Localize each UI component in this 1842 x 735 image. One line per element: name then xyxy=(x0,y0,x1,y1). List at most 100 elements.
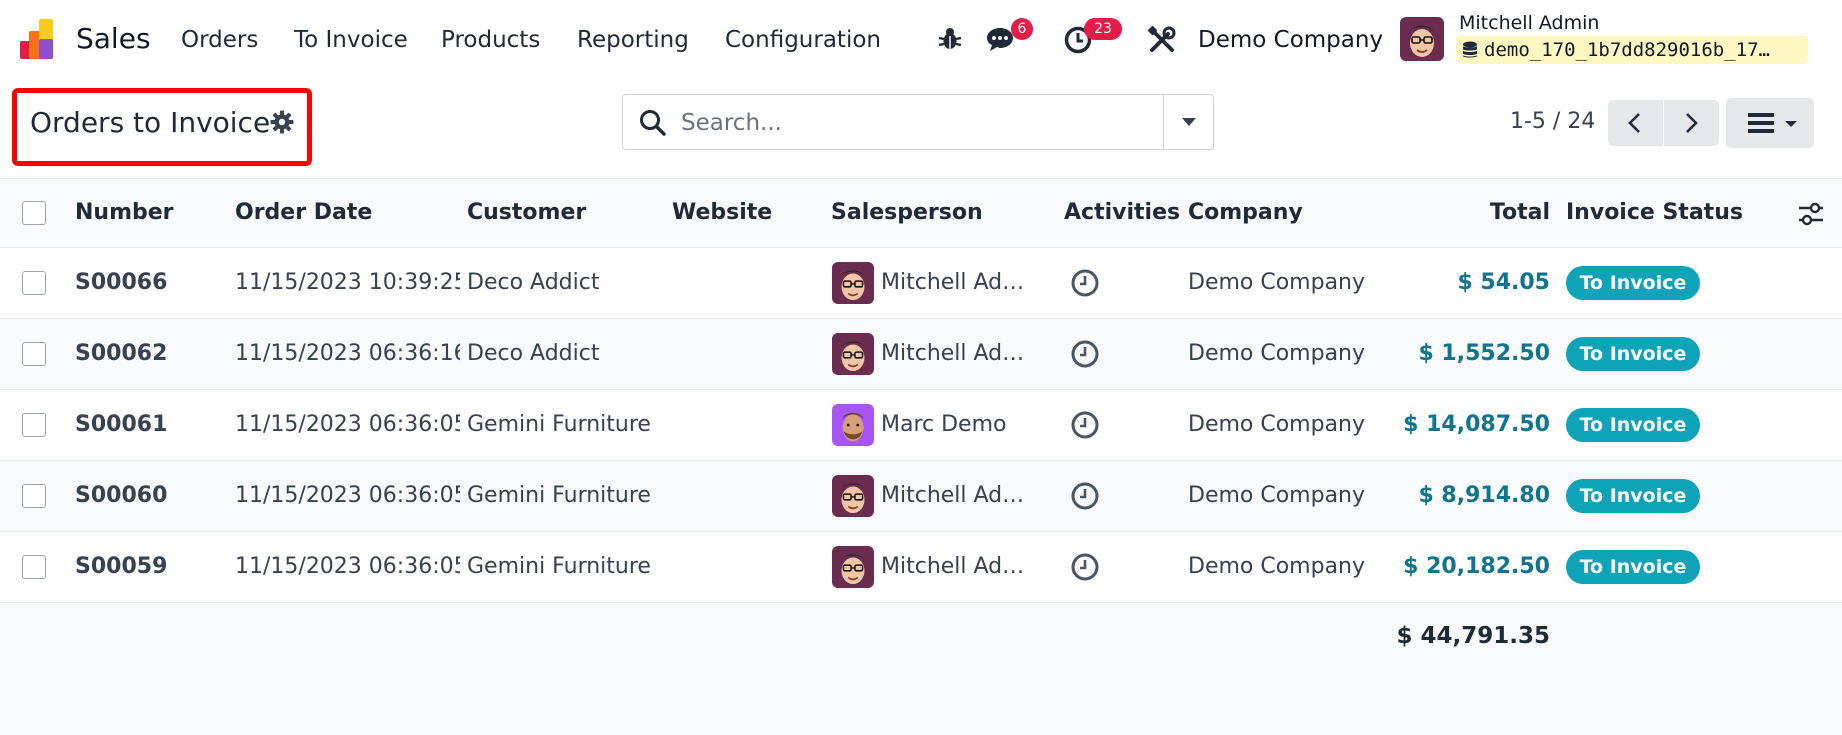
order-total: $ 1,552.50 xyxy=(1418,341,1550,366)
activity-clock-icon[interactable] xyxy=(1070,339,1100,373)
orders-table: Number Order Date Customer Website Sales… xyxy=(0,178,1842,735)
invoice-status-badge: To Invoice xyxy=(1566,550,1700,584)
row-checkbox[interactable] xyxy=(22,271,46,295)
company-name: Demo Company xyxy=(1188,554,1366,579)
company-name: Demo Company xyxy=(1188,341,1366,366)
menu-configuration[interactable]: Configuration xyxy=(725,24,881,56)
order-number: S00066 xyxy=(75,270,168,295)
customer-name: Gemini Furniture xyxy=(467,554,651,579)
salesperson-name: Mitchell Ad… xyxy=(881,341,1025,366)
salesperson-name: Mitchell Ad… xyxy=(881,270,1025,295)
customer-name: Deco Addict xyxy=(467,341,600,366)
column-settings-icon[interactable] xyxy=(1798,201,1824,227)
database-name: demo_170_1b7dd829016b_17… xyxy=(1484,39,1770,61)
database-tag: demo_170_1b7dd829016b_17… xyxy=(1456,36,1808,64)
app-name[interactable]: Sales xyxy=(76,20,151,58)
table-row[interactable]: S00062 11/15/2023 06:36:16 Deco Addict Mitc… xyxy=(0,319,1842,390)
table-header: Number Order Date Customer Website Sales… xyxy=(0,178,1842,248)
order-date: 11/15/2023 10:39:25 xyxy=(235,270,460,295)
salesperson-avatar xyxy=(832,475,874,517)
customer-name: Deco Addict xyxy=(467,270,600,295)
customer-name: Gemini Furniture xyxy=(467,412,651,437)
view-switcher-button[interactable] xyxy=(1726,98,1814,148)
order-total: $ 20,182.50 xyxy=(1403,554,1550,579)
column-number[interactable]: Number xyxy=(75,199,174,227)
invoice-status-badge: To Invoice xyxy=(1566,266,1700,300)
column-salesperson[interactable]: Salesperson xyxy=(831,199,983,227)
column-total[interactable]: Total xyxy=(1420,199,1550,227)
caret-down-icon xyxy=(1182,118,1196,126)
order-total: $ 14,087.50 xyxy=(1403,412,1550,437)
search-options-toggle[interactable] xyxy=(1163,94,1214,150)
menu-orders[interactable]: Orders xyxy=(181,24,258,56)
pager-next-button[interactable] xyxy=(1664,100,1719,146)
activity-clock-icon[interactable] xyxy=(1070,481,1100,515)
company-switcher[interactable]: Demo Company xyxy=(1198,24,1383,56)
column-company[interactable]: Company xyxy=(1188,199,1303,227)
salesperson-avatar xyxy=(832,262,874,304)
order-number: S00059 xyxy=(75,554,168,579)
column-customer[interactable]: Customer xyxy=(467,199,586,227)
salesperson-avatar xyxy=(832,404,874,446)
table-row[interactable]: S00060 11/15/2023 06:36:05 Gemini Furnitur… xyxy=(0,461,1842,532)
row-checkbox[interactable] xyxy=(22,555,46,579)
pager-previous-button[interactable] xyxy=(1608,100,1663,146)
sales-logo-icon[interactable] xyxy=(20,19,60,59)
column-invoice-status[interactable]: Invoice Status xyxy=(1566,199,1743,227)
salesperson-name: Mitchell Ad… xyxy=(881,483,1025,508)
activity-clock-icon[interactable] xyxy=(1070,268,1100,302)
user-name[interactable]: Mitchell Admin xyxy=(1459,10,1599,36)
table-row[interactable]: S00066 11/15/2023 10:39:25 Deco Addict Mitc… xyxy=(0,248,1842,319)
search-icon[interactable] xyxy=(639,109,667,137)
chevron-left-icon xyxy=(1628,113,1640,133)
order-date: 11/15/2023 06:36:05 xyxy=(235,554,460,579)
search-box xyxy=(622,94,1214,150)
menu-products[interactable]: Products xyxy=(441,24,540,56)
pager-value[interactable]: 1-5 / 24 xyxy=(1510,106,1595,138)
database-icon xyxy=(1463,41,1477,58)
menu-reporting[interactable]: Reporting xyxy=(577,24,689,56)
activities-count-badge: 23 xyxy=(1084,18,1122,40)
activity-clock-icon[interactable] xyxy=(1070,552,1100,586)
row-checkbox[interactable] xyxy=(22,484,46,508)
salesperson-name: Mitchell Ad… xyxy=(881,554,1025,579)
select-all-checkbox[interactable] xyxy=(22,201,46,225)
invoice-status-badge: To Invoice xyxy=(1566,337,1700,371)
table-row[interactable]: S00059 11/15/2023 06:36:05 Gemini Furnitur… xyxy=(0,532,1842,603)
user-avatar[interactable] xyxy=(1400,17,1444,61)
page-title: Orders to Invoice xyxy=(30,106,271,139)
customer-name: Gemini Furniture xyxy=(467,483,651,508)
top-navbar: Sales Orders To Invoice Products Reporti… xyxy=(0,0,1842,80)
caret-down-icon xyxy=(1785,121,1797,127)
company-name: Demo Company xyxy=(1188,270,1366,295)
list-view-icon xyxy=(1748,113,1774,133)
search-input[interactable] xyxy=(679,103,1183,143)
company-name: Demo Company xyxy=(1188,412,1366,437)
order-date: 11/15/2023 06:36:05 xyxy=(235,483,460,508)
activity-clock-icon[interactable] xyxy=(1070,410,1100,444)
salesperson-avatar xyxy=(832,333,874,375)
tools-icon[interactable] xyxy=(1148,26,1176,54)
salesperson-avatar xyxy=(832,546,874,588)
chevron-right-icon xyxy=(1686,113,1698,133)
messages-count-badge: 6 xyxy=(1011,18,1033,40)
order-date: 11/15/2023 06:36:16 xyxy=(235,341,460,366)
table-row[interactable]: S00061 11/15/2023 06:36:05 Gemini Furnitur… xyxy=(0,390,1842,461)
column-activities[interactable]: Activities xyxy=(1064,199,1180,227)
order-date: 11/15/2023 06:36:05 xyxy=(235,412,460,437)
invoice-status-badge: To Invoice xyxy=(1566,408,1700,442)
control-panel: Orders to Invoice 1-5 / 24 xyxy=(0,80,1842,178)
bug-icon[interactable] xyxy=(938,26,962,52)
column-website[interactable]: Website xyxy=(672,199,772,227)
row-checkbox[interactable] xyxy=(22,413,46,437)
menu-to-invoice[interactable]: To Invoice xyxy=(294,24,408,56)
order-total: $ 8,914.80 xyxy=(1418,483,1550,508)
invoice-status-badge: To Invoice xyxy=(1566,479,1700,513)
company-name: Demo Company xyxy=(1188,483,1366,508)
salesperson-name: Marc Demo xyxy=(881,412,1007,437)
order-total: $ 54.05 xyxy=(1457,270,1550,295)
gear-icon[interactable] xyxy=(270,110,294,134)
row-checkbox[interactable] xyxy=(22,342,46,366)
order-number: S00060 xyxy=(75,483,168,508)
column-order-date[interactable]: Order Date xyxy=(235,199,372,227)
